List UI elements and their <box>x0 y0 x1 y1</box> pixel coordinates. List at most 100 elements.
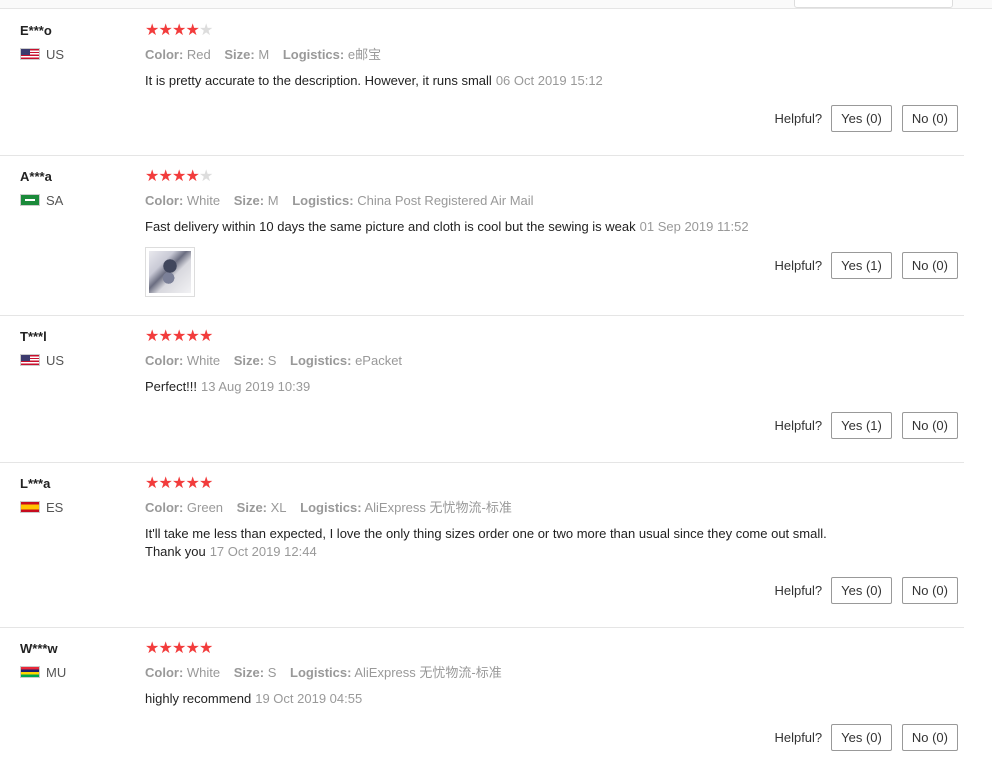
review-content: ★ ★ ★ ★ ★ Color: Green Size: XL Logistics: A… <box>145 476 964 561</box>
review-text: Perfect!!! 13 Aug 2019 10:39 <box>145 378 885 396</box>
size-label: Size: <box>233 353 265 368</box>
color-label: Color: <box>145 500 184 515</box>
top-toolbar <box>0 0 992 9</box>
review-body: highly recommend <box>145 691 252 706</box>
helpful-label: Helpful? <box>774 111 823 126</box>
color-label: Color: <box>145 193 184 208</box>
size-value: M <box>267 193 279 208</box>
review-date: 13 Aug 2019 10:39 <box>201 379 311 394</box>
star-filled-icon: ★ <box>158 22 173 39</box>
logistics-value: ePacket <box>355 353 403 368</box>
reviewer-info: L***a ES <box>20 476 130 515</box>
color-value: Green <box>186 500 224 515</box>
logistics-value: AliExpress 无忧物流-标准 <box>354 665 502 680</box>
reviewer-country: MU <box>20 664 130 680</box>
helpful-yes-button[interactable]: Yes (1) <box>831 412 892 439</box>
helpful-yes-button[interactable]: Yes (0) <box>831 724 892 751</box>
color-value: White <box>186 353 221 368</box>
size-value: XL <box>270 500 287 515</box>
logistics-label: Logistics: <box>282 47 345 62</box>
star-filled-icon: ★ <box>145 22 160 39</box>
reviewer-name: A***a <box>20 169 52 184</box>
review-photo-thumbnail[interactable] <box>145 247 195 297</box>
logistics-label: Logistics: <box>300 500 362 515</box>
logistics-value: e邮宝 <box>347 47 382 62</box>
reviewer-country: US <box>20 352 130 368</box>
logistics-label: Logistics: <box>292 193 354 208</box>
country-code: SA <box>46 192 64 208</box>
logistics-value: AliExpress 无忧物流-标准 <box>364 500 512 515</box>
reviewer-info: A***a SA <box>20 169 130 208</box>
review-body: It is pretty accurate to the description… <box>145 73 492 88</box>
country-code: US <box>46 46 65 62</box>
helpful-controls: Helpful? Yes (0) No (0) <box>774 105 958 132</box>
helpful-label: Helpful? <box>774 730 823 745</box>
star-filled-icon: ★ <box>199 328 214 345</box>
star-filled-icon: ★ <box>172 168 187 185</box>
reviewer-name: E***o <box>20 23 52 38</box>
helpful-no-button[interactable]: No (0) <box>901 724 958 751</box>
review-date: 19 Oct 2019 04:55 <box>255 691 363 706</box>
us-flag-icon <box>20 48 40 60</box>
star-filled-icon: ★ <box>145 640 160 657</box>
order-attributes: Color: Red Size: M Logistics: e邮宝 <box>145 47 964 63</box>
helpful-yes-button[interactable]: Yes (0) <box>831 577 892 604</box>
country-code: ES <box>46 499 64 515</box>
review-text: highly recommend 19 Oct 2019 04:55 <box>145 690 885 708</box>
star-filled-icon: ★ <box>158 328 173 345</box>
color-value: White <box>186 193 221 208</box>
star-filled-icon: ★ <box>185 475 200 492</box>
star-filled-icon: ★ <box>185 168 200 185</box>
country-code: MU <box>46 664 67 680</box>
star-filled-icon: ★ <box>185 22 200 39</box>
sa-flag-icon <box>20 194 40 206</box>
reviewer-name: W***w <box>20 641 58 656</box>
review-item: T***l US ★ ★ ★ ★ ★ Color: White Size: S Logi… <box>0 316 964 463</box>
star-rating: ★ ★ ★ ★ ★ <box>145 23 964 39</box>
reviewer-country: ES <box>20 499 130 515</box>
size-label: Size: <box>233 665 265 680</box>
star-filled-icon: ★ <box>185 328 200 345</box>
review-content: ★ ★ ★ ★ ★ Color: White Size: S Logistics: Al… <box>145 641 964 708</box>
us-flag-icon <box>20 354 40 366</box>
star-filled-icon: ★ <box>158 168 173 185</box>
star-empty-icon: ★ <box>199 22 214 39</box>
size-value: S <box>267 665 277 680</box>
helpful-label: Helpful? <box>774 418 823 433</box>
helpful-no-button[interactable]: No (0) <box>901 577 958 604</box>
helpful-label: Helpful? <box>774 583 823 598</box>
color-label: Color: <box>145 665 184 680</box>
country-code: US <box>46 352 65 368</box>
star-empty-icon: ★ <box>199 168 214 185</box>
reviewer-name: T***l <box>20 329 47 344</box>
helpful-no-button[interactable]: No (0) <box>901 105 958 132</box>
order-attributes: Color: White Size: S Logistics: AliExpre… <box>145 665 964 681</box>
size-value: M <box>258 47 270 62</box>
reviewer-country: SA <box>20 192 130 208</box>
size-value: S <box>267 353 277 368</box>
color-label: Color: <box>145 47 184 62</box>
size-label: Size: <box>236 500 268 515</box>
helpful-no-button[interactable]: No (0) <box>901 412 958 439</box>
review-item: A***a SA ★ ★ ★ ★ ★ Color: White Size: M Logi… <box>0 156 964 316</box>
es-flag-icon <box>20 501 40 513</box>
review-content: ★ ★ ★ ★ ★ Color: White Size: S Logistics: eP… <box>145 329 964 396</box>
review-body: Thank you <box>145 544 206 559</box>
star-rating: ★ ★ ★ ★ ★ <box>145 169 964 185</box>
helpful-yes-button[interactable]: Yes (0) <box>831 105 892 132</box>
order-attributes: Color: White Size: M Logistics: China Po… <box>145 193 964 209</box>
star-filled-icon: ★ <box>172 640 187 657</box>
size-label: Size: <box>233 193 265 208</box>
review-text: It'll take me less than expected, I love… <box>145 525 885 561</box>
color-value: Red <box>186 47 211 62</box>
review-photo <box>149 251 191 293</box>
star-filled-icon: ★ <box>145 328 160 345</box>
reviewer-info: E***o US <box>20 23 130 62</box>
star-filled-icon: ★ <box>158 640 173 657</box>
sort-dropdown[interactable] <box>794 0 953 8</box>
review-body: Fast delivery within 10 days the same pi… <box>145 219 636 234</box>
star-rating: ★ ★ ★ ★ ★ <box>145 476 964 492</box>
helpful-no-button[interactable]: No (0) <box>901 252 958 279</box>
color-label: Color: <box>145 353 184 368</box>
helpful-yes-button[interactable]: Yes (1) <box>831 252 892 279</box>
